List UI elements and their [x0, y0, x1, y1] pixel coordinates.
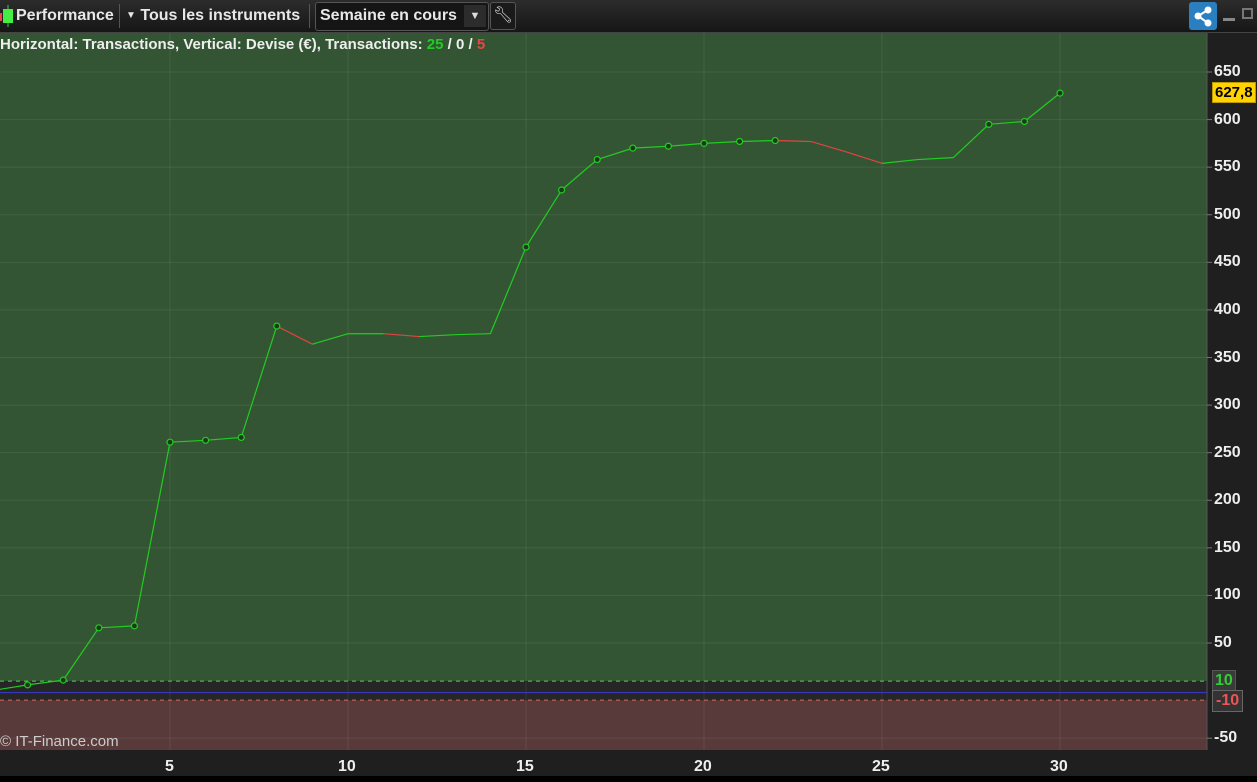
settings-wrench-button[interactable]: 🔧︎	[490, 2, 516, 30]
toolbar: Performance ▼ Tous les instruments Semai…	[0, 0, 1257, 33]
caret-down-icon: ▼	[464, 5, 486, 27]
wins-count: 25	[426, 36, 444, 53]
data-point	[700, 139, 708, 147]
minimize-button[interactable]	[1223, 18, 1235, 21]
x-tick-label: 5	[165, 758, 174, 775]
share-button[interactable]	[1189, 2, 1217, 30]
y-tick-label: 300	[1214, 396, 1241, 414]
y-tick-label: 200	[1214, 491, 1241, 509]
data-point	[1056, 89, 1064, 97]
upper-threshold-badge: 10	[1212, 670, 1236, 692]
y-tick-label: 350	[1214, 348, 1241, 366]
y-tick-label: -50	[1214, 729, 1238, 747]
y-tick-label: 400	[1214, 300, 1241, 318]
y-tick-label: 250	[1214, 443, 1241, 461]
caret-down-icon: ▼	[126, 10, 136, 21]
data-point	[59, 676, 67, 684]
data-point	[24, 681, 32, 689]
data-point	[95, 624, 103, 632]
header-text: Horizontal: Transactions, Vertical: Devi…	[0, 36, 427, 53]
y-tick-label: 550	[1214, 158, 1241, 176]
data-point	[557, 186, 566, 194]
data-point	[237, 433, 245, 442]
data-point	[166, 438, 174, 446]
data-point	[130, 622, 138, 630]
maximize-button[interactable]	[1242, 8, 1253, 19]
chart-header: Horizontal: Transactions, Vertical: Devi…	[0, 36, 485, 53]
instruments-dropdown[interactable]: ▼ Tous les instruments	[126, 3, 300, 29]
y-tick-label: 650	[1214, 62, 1241, 80]
data-point	[735, 137, 744, 146]
data-point	[522, 243, 530, 251]
data-point	[771, 136, 779, 145]
share-icon	[1194, 6, 1212, 27]
x-axis	[0, 750, 1257, 776]
period-label: Semaine en cours	[320, 7, 457, 24]
data-point	[664, 142, 673, 150]
lower-threshold-badge: -10	[1212, 690, 1244, 712]
losses-count: 5	[476, 36, 486, 53]
data-point	[593, 155, 601, 164]
period-dropdown[interactable]: Semaine en cours ▼	[315, 2, 489, 31]
y-tick-label: 600	[1214, 110, 1241, 128]
x-tick-label: 30	[1050, 758, 1068, 775]
wrench-icon: 🔧︎	[492, 7, 514, 24]
data-point	[985, 120, 993, 128]
last-value-badge: 627,8	[1212, 82, 1256, 103]
instruments-label: Tous les instruments	[140, 7, 301, 24]
data-point	[1020, 117, 1029, 126]
y-tick-label: 50	[1214, 634, 1232, 651]
y-tick-label: 450	[1214, 253, 1241, 271]
y-tick-label: 150	[1214, 538, 1241, 556]
separator: /	[443, 36, 456, 53]
data-point	[202, 436, 210, 444]
data-point	[273, 322, 281, 330]
x-tick-label: 25	[872, 758, 890, 775]
separator: /	[464, 36, 477, 53]
x-tick-label: 20	[694, 758, 712, 775]
y-tick-label: 500	[1214, 205, 1241, 223]
indicator-selector[interactable]: Performance	[16, 3, 114, 29]
performance-chart[interactable]	[0, 33, 1257, 750]
x-tick-label: 10	[338, 758, 356, 775]
y-tick-label: 100	[1214, 586, 1241, 604]
watermark: © IT-Finance.com	[0, 733, 119, 750]
loss-zone	[0, 700, 1207, 750]
neutral-zone	[0, 681, 1207, 701]
candlestick-icon	[0, 5, 13, 27]
data-point	[629, 144, 637, 152]
x-tick-label: 15	[516, 758, 534, 775]
